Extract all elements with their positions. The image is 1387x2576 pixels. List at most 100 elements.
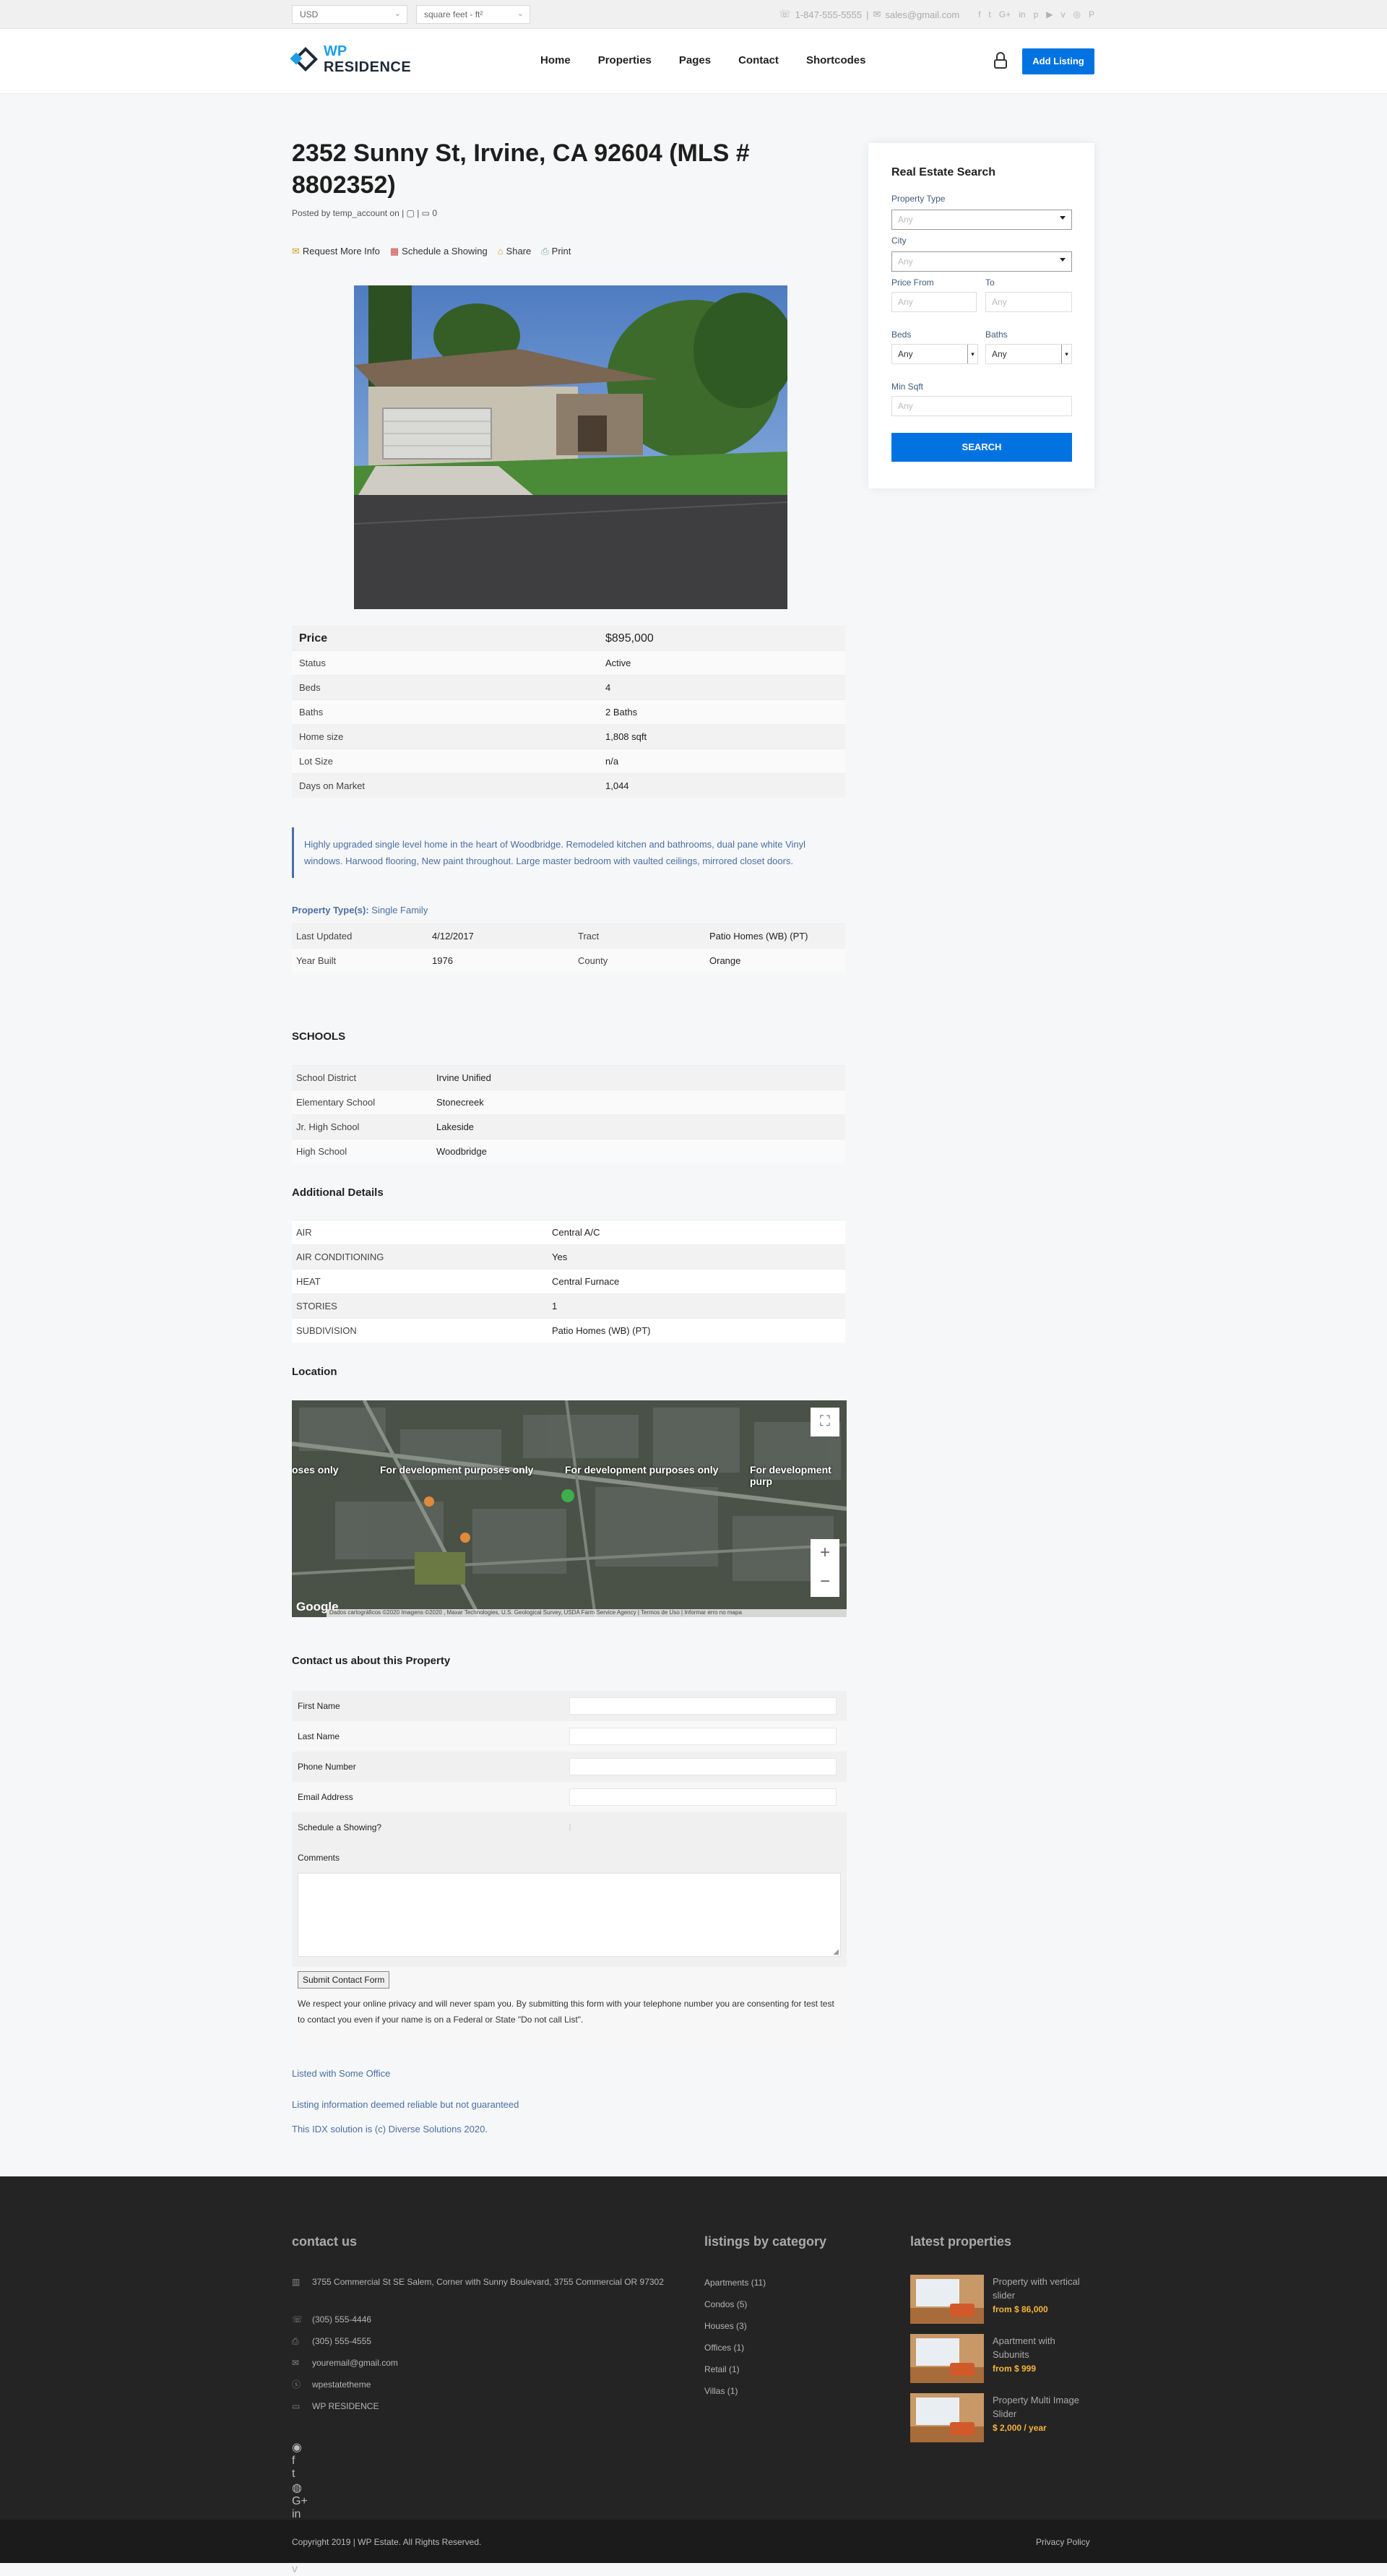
property-photo[interactable] bbox=[354, 285, 787, 609]
latest-property-thumb[interactable] bbox=[910, 2334, 984, 2383]
email-label: Email Address bbox=[298, 1792, 353, 1802]
share-label: Share bbox=[506, 246, 532, 257]
comments-textarea[interactable]: ◢ bbox=[298, 1873, 841, 1957]
twitter-icon[interactable]: t bbox=[292, 2468, 308, 2481]
latest-property-title[interactable]: Property Multi Image Slider bbox=[993, 2393, 1094, 2421]
linkedin-icon[interactable]: in bbox=[1019, 9, 1025, 20]
school-row: High School Woodbridge bbox=[292, 1139, 845, 1163]
phone2-text[interactable]: (305) 555-4555 bbox=[312, 2333, 371, 2349]
unit-select[interactable]: square feet - ft² ⌄ bbox=[416, 5, 530, 24]
beds-select[interactable]: Any ▾ bbox=[891, 344, 978, 364]
nav-contact[interactable]: Contact bbox=[738, 54, 779, 66]
search-button[interactable]: SEARCH bbox=[891, 433, 1072, 462]
summary-key: Status bbox=[299, 658, 326, 668]
site-text[interactable]: WP RESIDENCE bbox=[312, 2398, 379, 2414]
twitter-icon[interactable]: t bbox=[989, 9, 991, 20]
phone-field[interactable] bbox=[569, 1758, 837, 1775]
footer-latest-heading: latest properties bbox=[910, 2234, 1012, 2249]
category-link[interactable]: Apartments (11) bbox=[704, 2278, 766, 2288]
dribbble-icon[interactable]: ◍ bbox=[292, 2481, 308, 2495]
category-link[interactable]: Offices (1) bbox=[704, 2343, 744, 2353]
unit-value: square feet - ft² bbox=[424, 9, 483, 20]
schedule-showing-label: Schedule a Showing bbox=[402, 246, 488, 257]
latest-property-price: from $ 86,000 bbox=[993, 2304, 1048, 2314]
property-type-select[interactable]: Any bbox=[891, 210, 1072, 230]
category-link[interactable]: Retail (1) bbox=[704, 2364, 740, 2374]
phone1-text[interactable]: (305) 555-4446 bbox=[312, 2312, 371, 2327]
foursquare-icon[interactable]: P bbox=[1089, 9, 1094, 20]
top-email[interactable]: sales@gmail.com bbox=[885, 9, 959, 20]
summary-value: n/a bbox=[605, 756, 619, 767]
first-name-field[interactable] bbox=[569, 1697, 837, 1715]
facebook-icon[interactable]: f bbox=[978, 9, 980, 20]
detail-value: 1976 bbox=[432, 955, 453, 966]
vimeo-icon[interactable]: v bbox=[1061, 9, 1066, 20]
resize-handle-icon[interactable]: ◢ bbox=[833, 1948, 839, 1956]
property-type-value[interactable]: Single Family bbox=[371, 905, 428, 916]
nav-pages[interactable]: Pages bbox=[679, 54, 711, 66]
google-plus-icon[interactable]: G+ bbox=[999, 9, 1011, 20]
facebook-icon[interactable]: f bbox=[292, 2455, 308, 2468]
fullscreen-icon[interactable]: ⛶ bbox=[811, 1408, 839, 1436]
lock-icon[interactable] bbox=[994, 52, 1007, 69]
category-link[interactable]: Houses (3) bbox=[704, 2321, 747, 2331]
add-listing-button[interactable]: Add Listing bbox=[1022, 48, 1094, 74]
property-description: Highly upgraded single level home in the… bbox=[292, 827, 845, 878]
schedule-showing-action[interactable]: ▦ Schedule a Showing bbox=[390, 246, 488, 257]
beds-label: Beds bbox=[891, 329, 912, 340]
nav-shortcodes[interactable]: Shortcodes bbox=[806, 54, 866, 66]
skype-text[interactable]: wpestatetheme bbox=[312, 2377, 371, 2392]
phone-icon: ☏ bbox=[779, 9, 791, 20]
category-link[interactable]: Condos (5) bbox=[704, 2299, 747, 2309]
min-sqft-input[interactable]: Any bbox=[891, 396, 1072, 416]
location-map[interactable]: oses only For development purposes only … bbox=[292, 1400, 847, 1617]
share-action[interactable]: ⌂ Share bbox=[498, 246, 532, 257]
rss-icon[interactable]: ◉ bbox=[292, 2440, 308, 2455]
latest-property-title[interactable]: Property with vertical slider bbox=[993, 2275, 1094, 2302]
category-link[interactable]: Villas (1) bbox=[704, 2386, 738, 2396]
price-from-label: Price From bbox=[891, 277, 934, 288]
top-phone[interactable]: 1-847-555-5555 bbox=[795, 9, 863, 20]
latest-property-thumb[interactable] bbox=[910, 2275, 984, 2324]
site-logo[interactable]: WP RESIDENCE bbox=[290, 43, 411, 75]
baths-select[interactable]: Any ▾ bbox=[985, 344, 1072, 364]
stepper-arrow-icon[interactable]: ▾ bbox=[1061, 345, 1071, 363]
email-field[interactable] bbox=[569, 1788, 837, 1806]
latest-property-thumb[interactable] bbox=[910, 2393, 984, 2442]
request-info-action[interactable]: ✉ Request More Info bbox=[292, 246, 380, 257]
map-terms-link[interactable]: Termos de Uso bbox=[641, 1609, 680, 1616]
vimeo-icon[interactable]: v bbox=[292, 2563, 308, 2576]
logo-icon bbox=[290, 46, 319, 73]
showing-checkbox[interactable] bbox=[569, 1824, 571, 1831]
zoom-in-button[interactable]: + bbox=[811, 1539, 839, 1568]
zoom-out-button[interactable]: − bbox=[811, 1568, 839, 1597]
latest-property-item[interactable]: Property Multi Image Slider $ 2,000 / yea… bbox=[910, 2393, 1094, 2442]
email-text[interactable]: youremail@gmail.com bbox=[312, 2355, 398, 2371]
stepper-arrow-icon[interactable]: ▾ bbox=[967, 345, 977, 363]
privacy-policy-link[interactable]: Privacy Policy bbox=[1036, 2537, 1090, 2547]
latest-property-title[interactable]: Apartment with Subunits bbox=[993, 2334, 1094, 2361]
latest-property-item[interactable]: Property with vertical slider from $ 86,0… bbox=[910, 2275, 1094, 2324]
city-select[interactable]: Any bbox=[891, 251, 1072, 272]
google-plus-icon[interactable]: G+ bbox=[292, 2495, 308, 2508]
latest-property-item[interactable]: Apartment with Subunits from $ 999 bbox=[910, 2334, 1094, 2383]
top-social-icons: f t G+ in p ▶ v ◎ P bbox=[978, 9, 1094, 20]
youtube-icon[interactable]: ▶ bbox=[1046, 9, 1053, 20]
currency-select[interactable]: USD ⌄ bbox=[292, 5, 407, 24]
latest-property-price: from $ 999 bbox=[993, 2364, 1037, 2374]
price-to-input[interactable]: Any bbox=[985, 292, 1072, 312]
nav-home[interactable]: Home bbox=[540, 54, 571, 66]
summary-value: Active bbox=[605, 658, 631, 668]
school-value: Stonecreek bbox=[436, 1097, 484, 1108]
print-action[interactable]: ⎙ Print bbox=[541, 246, 571, 257]
map-report-link[interactable]: Informar erro no mapa bbox=[684, 1609, 742, 1616]
submit-contact-button[interactable]: Submit Contact Form bbox=[298, 1971, 390, 1989]
location-heading: Location bbox=[292, 1366, 337, 1378]
nav-properties[interactable]: Properties bbox=[598, 54, 652, 66]
instagram-icon[interactable]: ◎ bbox=[1073, 9, 1081, 20]
pinterest-icon[interactable]: p bbox=[1034, 9, 1039, 20]
last-name-field[interactable] bbox=[569, 1728, 837, 1745]
price-from-input[interactable]: Any bbox=[891, 292, 977, 312]
school-key: Jr. High School bbox=[296, 1121, 360, 1132]
search-widget-title: Real Estate Search bbox=[891, 166, 996, 178]
